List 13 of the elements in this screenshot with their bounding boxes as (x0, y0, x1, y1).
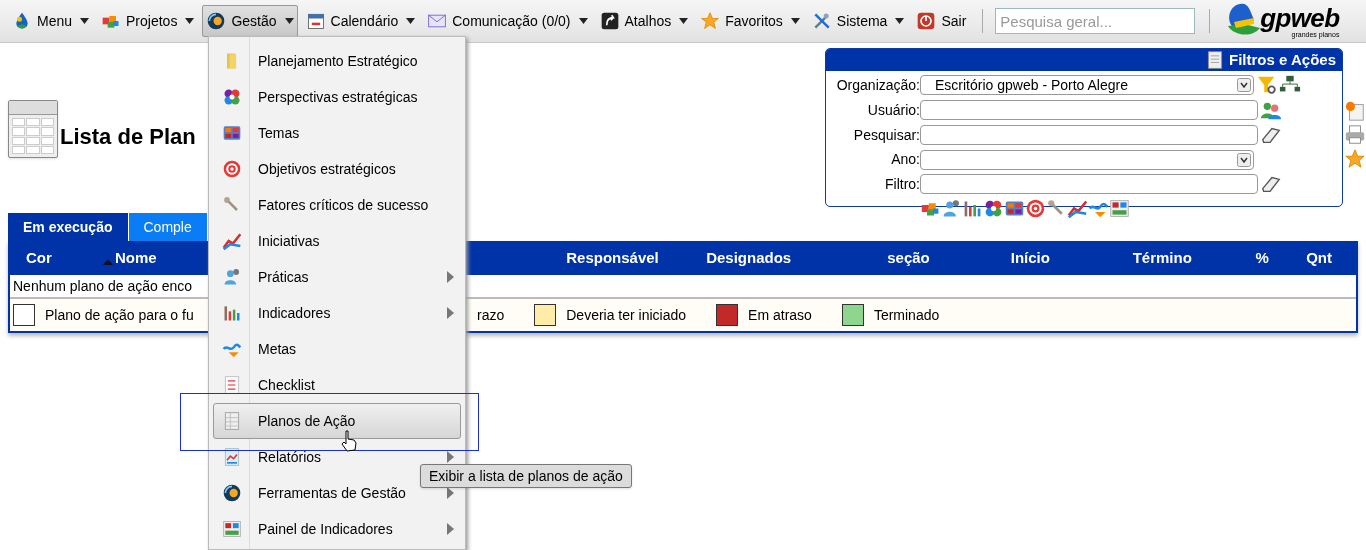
legend-label: Plano de ação para o fu (45, 305, 194, 325)
panel-title: Filtros e Ações (1229, 49, 1336, 70)
field-label: Pesquisar: (852, 125, 920, 145)
field-label: Filtro: (884, 174, 920, 194)
legend-label: razo (477, 305, 505, 325)
field-label: Organização: (835, 75, 920, 95)
legend-label: Deveria ter iniciado (566, 305, 687, 325)
page-title: Lista de Plan (60, 123, 196, 151)
legend-label: Em atraso (748, 305, 812, 325)
field-label: Usuário: (866, 100, 920, 120)
legend-label: Terminado (873, 305, 940, 325)
field-label: Ano: (890, 150, 920, 169)
tooltip: Exibir a lista de planos de ação (420, 464, 632, 488)
